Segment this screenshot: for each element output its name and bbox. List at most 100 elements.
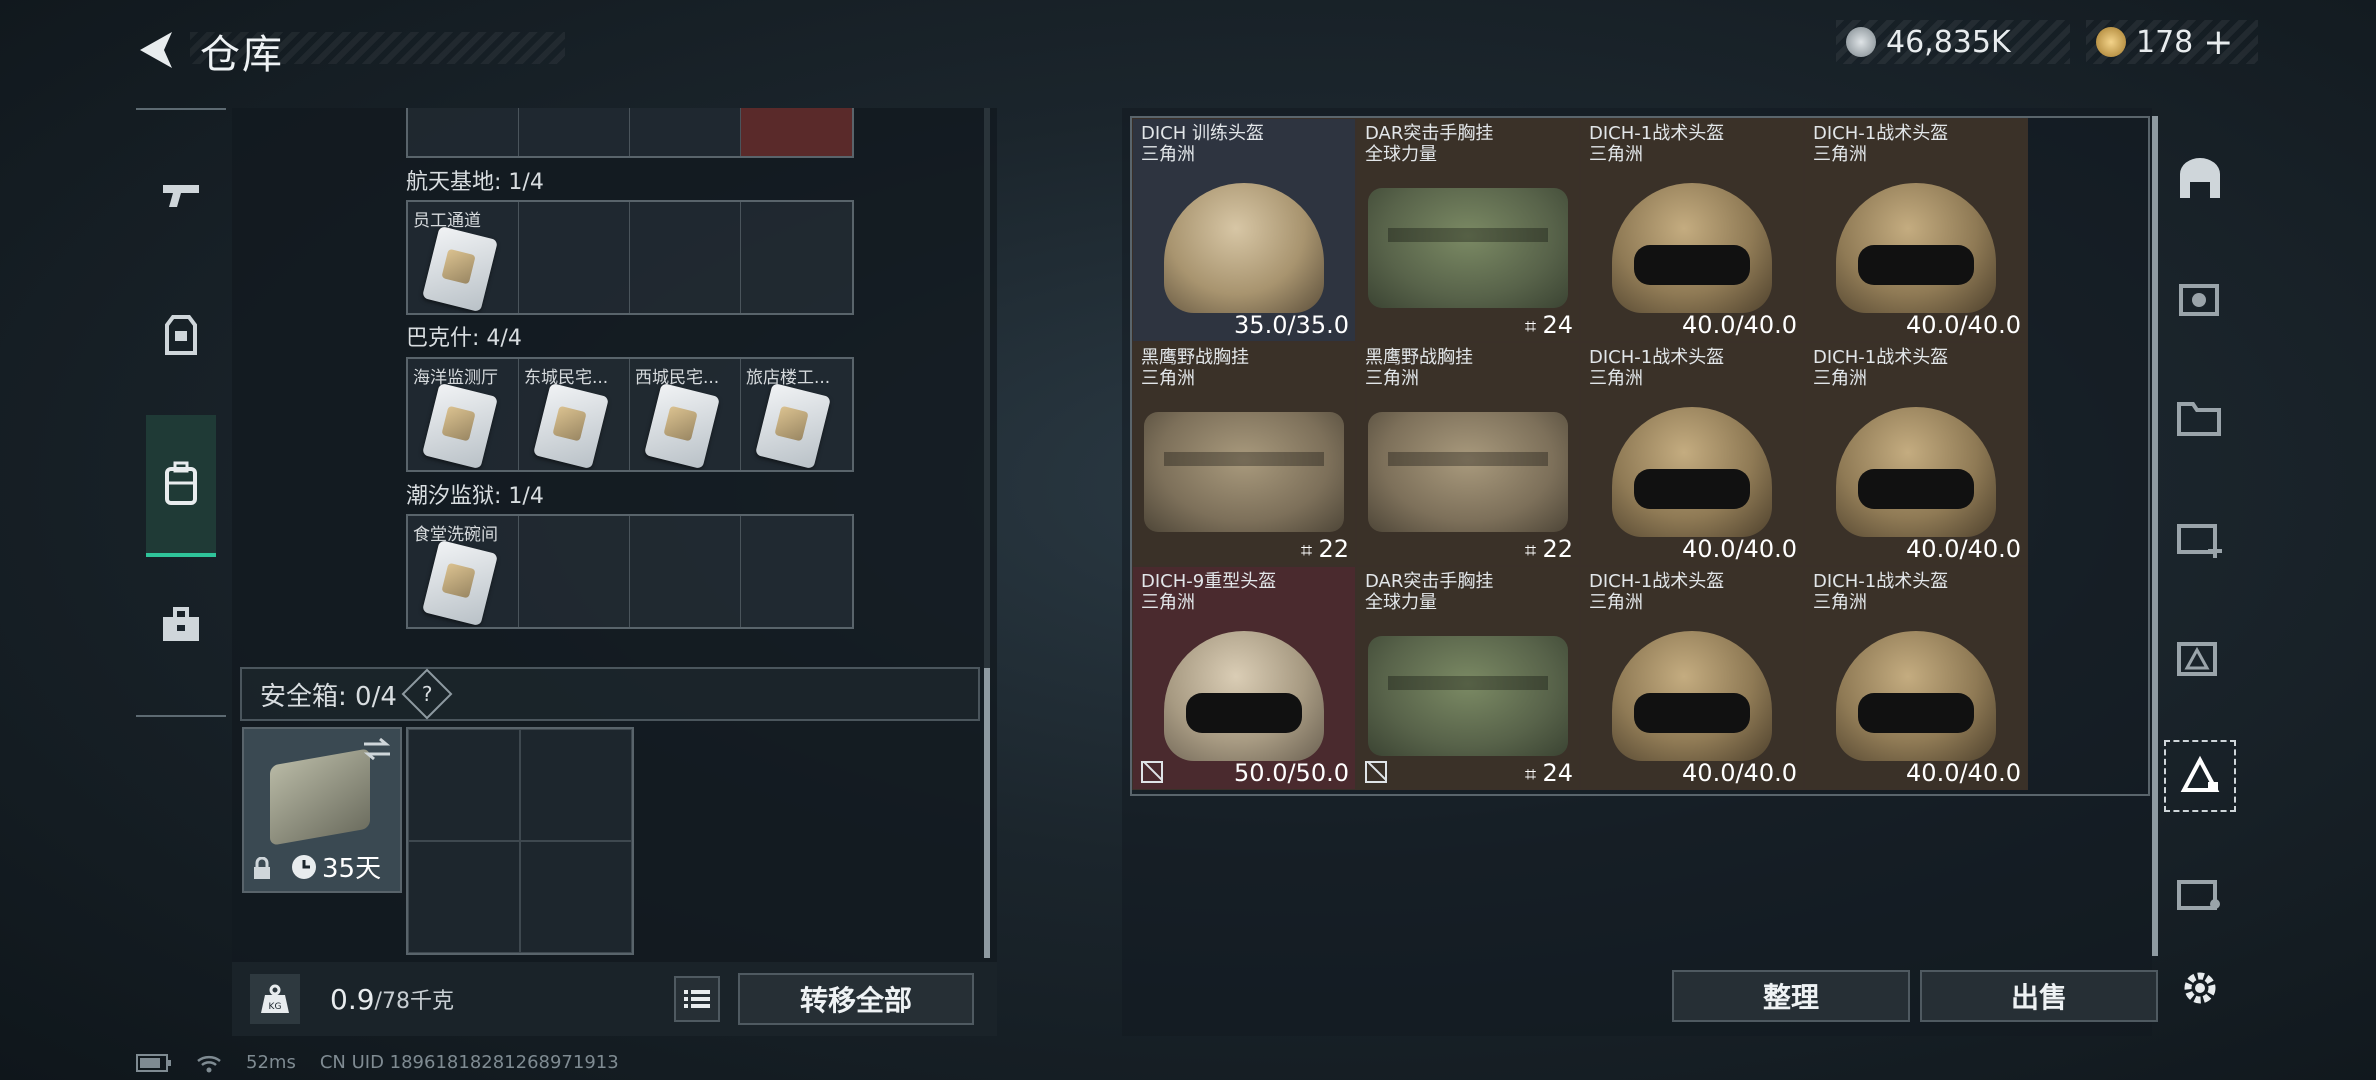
nav-weapons[interactable] (136, 150, 226, 240)
key-grid-space-base: 员工通道 (406, 200, 854, 315)
help-icon[interactable]: ? (401, 668, 453, 720)
filter-equipment-active[interactable] (2164, 740, 2236, 812)
item-name: DICH-1战术头盔 三角洲 (1813, 571, 1949, 613)
add-currency-button[interactable]: + (2203, 22, 2233, 63)
key-slot[interactable]: 食堂洗碗间 (408, 516, 519, 627)
key-slot[interactable] (741, 202, 852, 313)
right-scrollbar[interactable] (2152, 116, 2158, 956)
safe-slot[interactable] (520, 841, 632, 953)
filter-storage-folder[interactable] (2170, 386, 2230, 446)
swap-icon[interactable] (362, 737, 392, 761)
left-scroll-thumb[interactable] (984, 668, 990, 958)
item-card[interactable]: DAR突击手胸挂 全球力量 ⌗ 24 (1356, 118, 1580, 342)
item-card[interactable]: DICH-1战术头盔 三角洲 40.0/40.0 (1804, 118, 2028, 342)
key-slot[interactable]: 海洋监测厅 (408, 359, 519, 470)
silver-coin-icon (1846, 27, 1876, 57)
item-card[interactable]: 黑鹰野战胸挂 三角洲 ⌗ 22 (1132, 342, 1356, 566)
nav-toolbox[interactable] (136, 580, 226, 670)
item-card[interactable]: DICH 训练头盔 三角洲 35.0/35.0 (1132, 118, 1356, 342)
item-durability: 40.0/40.0 (1906, 535, 2021, 563)
page-title: 仓库 (200, 32, 284, 78)
organize-button[interactable]: 整理 (1672, 970, 1910, 1022)
key-slot[interactable]: 西城民宅... (630, 359, 741, 470)
helmet-visor (1634, 692, 1750, 733)
helmet-visor (1634, 468, 1750, 509)
filter-all[interactable] (2170, 148, 2230, 208)
folder-icon (2177, 402, 2221, 436)
item-capacity: ⌗ 22 (1524, 535, 1573, 563)
helmet-visor (1858, 244, 1974, 285)
filter-storage-misc[interactable] (2170, 860, 2230, 920)
item-card[interactable]: DICH-1战术头盔 三角洲 40.0/40.0 (1580, 342, 1804, 566)
back-arrow-icon[interactable] (132, 26, 180, 74)
gold-coin-icon (2096, 27, 2126, 57)
filter-storage-add[interactable] (2170, 506, 2230, 566)
key-slot[interactable]: 旅店楼工... (741, 359, 852, 470)
group-label-bakesh: 巴克什: 4/4 (406, 326, 522, 351)
key-grid-partial (406, 108, 854, 158)
item-card[interactable]: DICH-9重型头盔 三角洲 50.0/50.0 (1132, 566, 1356, 790)
safe-slot[interactable] (520, 729, 632, 841)
safe-box-label: 安全箱: 0/4 (260, 681, 397, 712)
key-slot[interactable]: 东城民宅... (519, 359, 630, 470)
triangle-equipment-icon (2180, 755, 2220, 792)
key-slot[interactable] (519, 516, 630, 627)
key-slot[interactable] (741, 516, 852, 627)
filter-storage-4[interactable] (2170, 266, 2230, 326)
clock-icon (292, 855, 316, 879)
toolbox-icon (163, 607, 199, 641)
key-grid-tidal-prison: 食堂洗碗间 (406, 514, 854, 629)
left-scrollbar[interactable] (984, 108, 990, 958)
key-slot[interactable]: 员工通道 (408, 202, 519, 313)
item-card[interactable]: DICH-1战术头盔 三角洲 40.0/40.0 (1580, 118, 1804, 342)
helmet-image (1836, 630, 1996, 761)
item-card[interactable]: 黑鹰野战胸挂 三角洲 ⌗ 22 (1356, 342, 1580, 566)
chest-rig-image (1368, 187, 1568, 308)
chest-rig-image (1144, 411, 1344, 532)
settings-button[interactable] (2170, 958, 2230, 1018)
keycard-icon (421, 382, 499, 470)
keycard-icon (643, 382, 721, 470)
item-card[interactable]: DICH-1战术头盔 三角洲 40.0/40.0 (1804, 566, 2028, 790)
item-card[interactable]: DICH-1战术头盔 三角洲 40.0/40.0 (1580, 566, 1804, 790)
nav-containers[interactable] (146, 415, 216, 557)
key-slot[interactable] (519, 202, 630, 313)
sell-button[interactable]: 出售 (1920, 970, 2158, 1022)
item-name: DICH-9重型头盔 三角洲 (1141, 571, 1277, 613)
item-card[interactable]: DICH-1战术头盔 三角洲 40.0/40.0 (1804, 342, 2028, 566)
helmet-visor (1858, 468, 1974, 509)
item-name: DICH 训练头盔 三角洲 (1141, 123, 1264, 165)
key-slot[interactable] (741, 108, 852, 156)
lock-icon (254, 857, 270, 879)
item-name: DICH-1战术头盔 三角洲 (1813, 123, 1949, 165)
key-slot[interactable] (630, 108, 741, 156)
item-card[interactable]: DAR突击手胸挂 全球力量 ⌗ 24 (1356, 566, 1580, 790)
key-slot[interactable] (630, 516, 741, 627)
transfer-all-button[interactable]: 转移全部 (737, 973, 974, 1025)
helmet-image (1164, 182, 1324, 313)
capacity-icon: ⌗ (1524, 762, 1543, 786)
silver-currency: 46,835K (1836, 20, 2070, 64)
category-nav (136, 108, 226, 717)
nav-equipment[interactable] (136, 290, 226, 380)
armor-vest-icon (165, 315, 197, 355)
list-view-button[interactable] (673, 976, 720, 1022)
item-name: DAR突击手胸挂 全球力量 (1365, 123, 1494, 165)
key-slot[interactable] (630, 202, 741, 313)
storage-camera-icon (2179, 284, 2219, 316)
weight-max: /78千克 (374, 989, 454, 1014)
safe-slot[interactable] (408, 729, 520, 841)
capacity-icon: ⌗ (1524, 538, 1543, 562)
key-slot[interactable] (408, 108, 519, 156)
uid-text: CN UID 18961818281268971913 (319, 1052, 619, 1073)
weight-current: 0.9 (330, 982, 375, 1016)
gold-currency[interactable]: 178 + (2086, 20, 2258, 64)
key-slot[interactable] (519, 108, 630, 156)
keycard-icon (421, 539, 499, 627)
capacity-icon: ⌗ (1300, 538, 1319, 562)
status-footer: 52ms CN UID 18961818281268971913 (136, 1052, 619, 1073)
safe-box-slot[interactable]: 35天 (242, 727, 402, 893)
item-durability: 40.0/40.0 (1682, 535, 1797, 563)
filter-storage-3[interactable] (2170, 626, 2230, 686)
safe-slot[interactable] (408, 841, 520, 953)
